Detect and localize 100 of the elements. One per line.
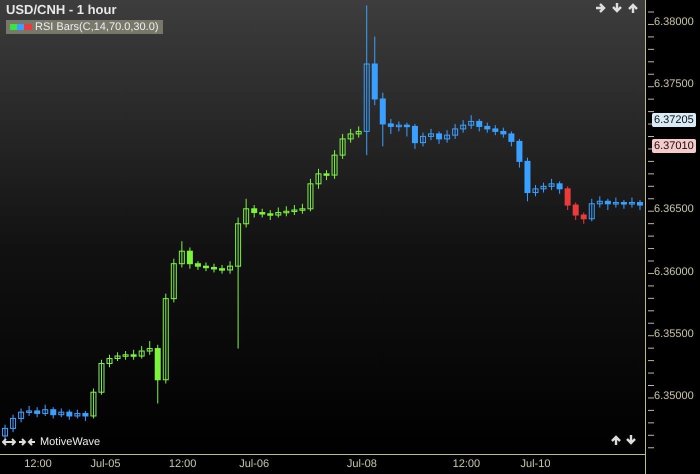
candlestick xyxy=(620,200,627,210)
arrow-up-icon[interactable] xyxy=(610,434,622,446)
x-axis-label: Jul-10 xyxy=(520,458,552,470)
candlestick xyxy=(436,130,442,144)
candlestick xyxy=(444,130,450,144)
chart-title: USD/CNH - 1 hour xyxy=(6,2,116,17)
candlestick xyxy=(307,178,314,212)
candlestick xyxy=(10,414,16,433)
arrow-up-icon[interactable] xyxy=(627,2,639,14)
brand-label: MotiveWave xyxy=(40,436,100,448)
candlestick xyxy=(476,118,482,132)
x-axis-label: Jul-08 xyxy=(346,458,378,470)
candlestick xyxy=(138,346,145,360)
x-axis-label: Jul-06 xyxy=(238,458,270,470)
candlestick xyxy=(460,120,466,134)
y-axis-label: 6.36500 xyxy=(654,203,694,216)
x-axis-label: 12:00 xyxy=(23,458,53,470)
candlestick xyxy=(380,92,386,147)
candlestick xyxy=(340,133,346,160)
candlestick xyxy=(42,404,48,416)
candlestick xyxy=(484,122,490,134)
candlestick xyxy=(636,200,643,211)
candlestick xyxy=(412,123,418,150)
candlestick xyxy=(130,349,137,360)
candlestick xyxy=(122,350,129,360)
candlestick xyxy=(194,260,201,270)
y-axis-label: 6.38000 xyxy=(654,16,694,28)
candlestick xyxy=(580,212,587,224)
candlestick xyxy=(548,178,555,191)
candlestick xyxy=(291,204,298,216)
y-axis-label: 6.36000 xyxy=(654,266,694,278)
candlestick xyxy=(50,406,56,419)
candlestick xyxy=(18,408,24,423)
candlestick xyxy=(202,262,209,272)
candlestick xyxy=(170,258,177,303)
candlestick xyxy=(186,246,193,270)
candlestick xyxy=(227,260,234,274)
candlestick xyxy=(219,264,226,274)
candlestick xyxy=(74,409,80,419)
candlestick xyxy=(154,344,161,404)
candlestick xyxy=(564,186,571,211)
candlestick xyxy=(332,150,338,180)
candlestick xyxy=(267,210,274,220)
candlestick xyxy=(356,126,362,138)
candlestick xyxy=(468,114,474,130)
x-axis-label: 12:00 xyxy=(452,458,482,470)
candlestick xyxy=(106,354,112,368)
candlestick xyxy=(283,206,290,217)
candlestick xyxy=(628,197,635,208)
price-tag: 6.37205 xyxy=(652,113,696,127)
candlestick xyxy=(540,182,547,194)
arrow-down-icon[interactable] xyxy=(611,2,623,14)
candlestick xyxy=(596,196,603,208)
candlestick xyxy=(588,198,595,222)
candlestick xyxy=(146,340,153,356)
candlestick xyxy=(90,388,96,419)
candlestick xyxy=(178,240,185,268)
candlestick xyxy=(556,180,563,194)
candlestick xyxy=(372,36,378,106)
candlestick xyxy=(428,128,434,141)
candlestick xyxy=(420,132,426,147)
y-axis-label: 6.37500 xyxy=(654,78,694,90)
candlestick xyxy=(324,170,330,181)
candlestick xyxy=(604,198,611,211)
candlestick xyxy=(500,127,506,138)
x-axis-label: Jul-05 xyxy=(90,458,122,470)
expand-horizontal-icon[interactable] xyxy=(2,437,16,447)
candlestick xyxy=(524,157,530,202)
candlestick xyxy=(98,359,104,396)
candlestick xyxy=(275,207,282,218)
y-axis-label: 6.35000 xyxy=(654,390,694,402)
candlestick xyxy=(452,123,458,140)
candlestick xyxy=(388,118,394,134)
candlestick xyxy=(82,410,88,422)
candlestick xyxy=(508,130,514,147)
color-swatch-icon xyxy=(10,24,32,30)
candlestick xyxy=(516,138,522,168)
candlestick xyxy=(251,204,258,218)
candlestick xyxy=(34,406,40,418)
candlestick xyxy=(492,124,498,136)
indicator-legend[interactable]: RSI Bars(C,14,70.0,30.0) xyxy=(6,20,163,34)
arrow-down-icon[interactable] xyxy=(625,434,637,446)
candlestick xyxy=(299,203,306,214)
candlestick xyxy=(404,122,410,137)
indicator-label: RSI Bars(C,14,70.0,30.0) xyxy=(35,21,159,33)
candlestick xyxy=(348,128,354,144)
compress-horizontal-icon[interactable] xyxy=(19,437,35,447)
candlestick xyxy=(211,263,217,273)
candlestick xyxy=(58,408,64,418)
x-axis-label: 12:00 xyxy=(168,458,198,470)
price-tag: 6.37010 xyxy=(652,139,696,153)
candlestick xyxy=(26,405,32,416)
arrow-right-icon[interactable] xyxy=(595,2,607,14)
candlestick xyxy=(532,184,538,197)
candlestick xyxy=(315,168,322,190)
candlestick xyxy=(259,208,266,218)
candlestick xyxy=(243,198,250,228)
candlestick xyxy=(572,202,579,220)
candlestick xyxy=(396,120,402,132)
candlestick xyxy=(114,352,121,362)
